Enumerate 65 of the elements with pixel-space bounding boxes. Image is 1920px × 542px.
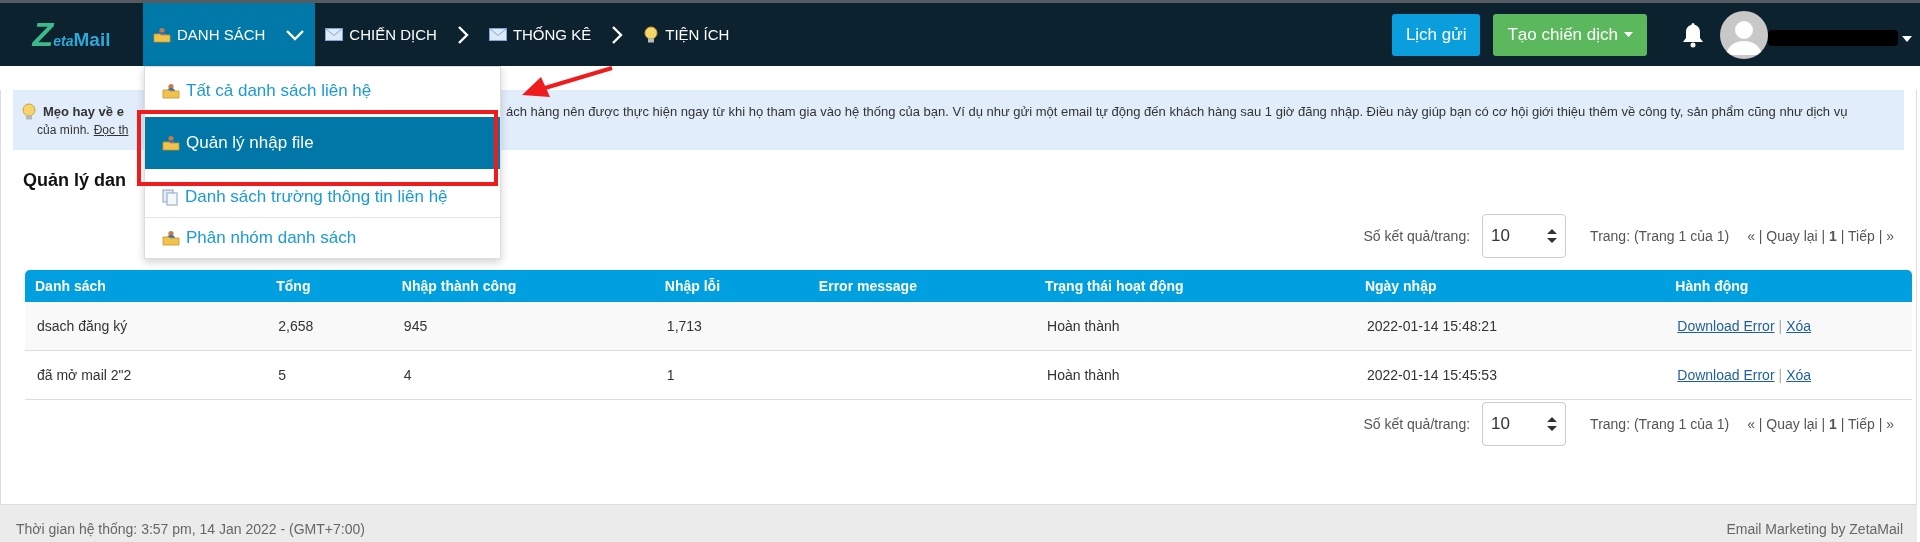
folder-icon xyxy=(153,26,171,43)
updown-icon xyxy=(1547,229,1558,243)
table-cell: 945 xyxy=(391,302,655,351)
updown-icon xyxy=(1547,417,1558,431)
nav-item[interactable]: THỐNG KÊ xyxy=(478,3,634,66)
tip-text: ách hàng nên được thực hiện ngay từ khi họ tham gia vào hệ thống của bạn. Ví dụ như gửi một email tự động đến khách hàng sau 1 giờ đăng nhập. Điều này giúp bạn có cơ hội giới thiệu thêm về công ty, sản phẩm cũng như dịch vụ xyxy=(505,103,1848,121)
column-header: Nhập thành công xyxy=(391,270,655,302)
nav-item[interactable]: DANH SÁCH xyxy=(143,3,316,66)
column-header: Trạng thái hoạt động xyxy=(1035,270,1355,302)
nav-item[interactable]: CHIẾN DỊCH xyxy=(315,3,479,66)
caret-icon[interactable] xyxy=(1902,35,1912,42)
per-page-select[interactable]: 10 xyxy=(1482,214,1567,258)
table-cell: 2022-01-14 15:48:21 xyxy=(1354,302,1666,351)
column-header: Ngày nhập xyxy=(1354,270,1666,302)
per-page-label: Số kết quả/trang: xyxy=(1363,416,1471,432)
table-cell: Hoàn thành xyxy=(1035,302,1355,351)
separator: | xyxy=(1778,318,1783,334)
table-cell: 2,658 xyxy=(266,302,392,351)
table-cell: 4 xyxy=(391,350,655,400)
folder-icon xyxy=(162,230,180,246)
table-cell: 1,713 xyxy=(654,302,809,351)
folder-icon xyxy=(162,83,180,99)
tip-title: Mẹo hay về e xyxy=(43,103,124,121)
footer-credit: Email Marketing by ZetaMail xyxy=(1726,521,1903,537)
read-more-link[interactable]: Đọc th xyxy=(93,121,129,140)
bulb-icon xyxy=(21,102,37,121)
chevron-down-icon[interactable] xyxy=(285,28,306,41)
menu-item[interactable]: Quản lý nhập file xyxy=(145,117,500,169)
bell-icon[interactable] xyxy=(1682,21,1704,48)
column-header: Nhập lỗi xyxy=(654,270,809,302)
system-time: Thời gian hệ thống: 3:57 pm, 14 Jan 2022 - (GMT+7:00) xyxy=(16,521,365,537)
column-header: Danh sách xyxy=(25,270,267,302)
pagination-links[interactable]: « | Quay lại | 1 | Tiếp | » xyxy=(1747,228,1894,244)
table-cell: 1 xyxy=(654,350,809,400)
caret-icon xyxy=(1624,32,1633,37)
logo[interactable]: ZetaMail xyxy=(32,15,111,54)
envelope-icon xyxy=(488,28,507,41)
chevron-right-icon[interactable] xyxy=(456,24,469,45)
column-header: Error message xyxy=(808,270,1036,302)
table-cell: đã mở mail 2"2 xyxy=(25,350,267,400)
envelope-icon xyxy=(325,28,344,41)
per-page-select[interactable]: 10 xyxy=(1482,402,1567,446)
tip-text: của mình. xyxy=(37,122,90,139)
pages-icon xyxy=(162,188,179,206)
avatar[interactable] xyxy=(1720,10,1768,59)
table-cell: Hoàn thành xyxy=(1035,350,1355,400)
download-link[interactable]: Download Error xyxy=(1677,367,1775,383)
column-header: Hành động xyxy=(1665,270,1912,302)
download-link[interactable]: Download Error xyxy=(1677,318,1775,334)
pagination-links[interactable]: « | Quay lại | 1 | Tiếp | » xyxy=(1747,416,1894,432)
page-heading: Quản lý dan xyxy=(23,170,128,192)
table-cell: dsach đăng ký xyxy=(25,302,267,351)
delete-link[interactable]: Xóa xyxy=(1786,367,1812,383)
page-info: Trang: (Trang 1 của 1) xyxy=(1590,416,1730,432)
separator: | xyxy=(1778,367,1783,383)
table-cell: 5 xyxy=(266,350,392,400)
page-info: Trang: (Trang 1 của 1) xyxy=(1590,228,1730,244)
nav-item[interactable]: TIỆN ÍCH xyxy=(633,3,740,66)
per-page-label: Số kết quả/trang: xyxy=(1363,228,1471,244)
bulb-icon xyxy=(643,25,660,44)
chevron-right-icon[interactable] xyxy=(611,24,624,45)
folder-icon xyxy=(162,135,180,151)
delete-link[interactable]: Xóa xyxy=(1786,318,1812,334)
column-header: Tổng xyxy=(266,270,392,302)
table-cell: 2022-01-14 15:45:53 xyxy=(1354,350,1666,400)
